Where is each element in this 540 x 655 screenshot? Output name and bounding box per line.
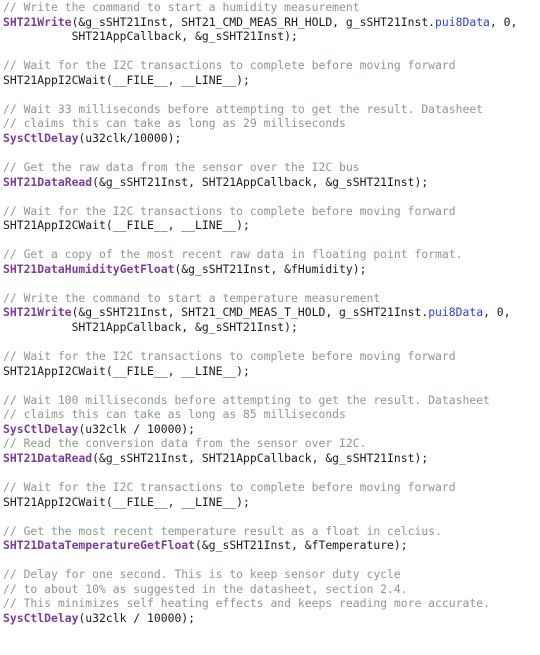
code-line-31[interactable]: // Read the conversion data from the sen… <box>3 436 540 451</box>
code-line-6[interactable]: SHT21AppI2CWait(__FILE__, __LINE__); <box>3 73 540 88</box>
code-line-9[interactable]: // claims this can take as long as 29 mi… <box>3 116 540 131</box>
comment-token: // Delay for one second. This is to keep… <box>3 567 401 582</box>
code-line-21[interactable]: // Write the command to start a temperat… <box>3 291 540 306</box>
comment-token: // Wait for the I2C transactions to comp… <box>3 203 456 218</box>
code-line-37[interactable]: // Get the most recent temperature resul… <box>3 524 540 539</box>
code-line-2[interactable]: SHT21Write(&g_sSHT21Inst, SHT21_CMD_MEAS… <box>3 15 540 30</box>
member-name-token: pui8Data <box>428 305 484 320</box>
code-line-19[interactable]: SHT21DataHumidityGetFloat(&g_sSHT21Inst,… <box>3 262 540 277</box>
code-token: (&g_sSHT21Inst, SHT21AppCallback, &g_sSH… <box>92 174 429 189</box>
comment-token: // claims this can take as long as 85 mi… <box>3 407 346 422</box>
comment-token: // Wait for the I2C transactions to comp… <box>3 349 456 364</box>
code-line-32[interactable]: SHT21DataRead(&g_sSHT21Inst, SHT21AppCal… <box>3 451 540 466</box>
code-line-36[interactable] <box>3 509 540 524</box>
code-token-tail: , 0, <box>483 305 511 320</box>
code-line-27[interactable] <box>3 378 540 393</box>
code-token: (u32clk / 10000); <box>78 421 196 436</box>
code-line-35[interactable]: SHT21AppI2CWait(__FILE__, __LINE__); <box>3 495 540 510</box>
code-line-38[interactable]: SHT21DataTemperatureGetFloat(&g_sSHT21In… <box>3 538 540 553</box>
comment-token: // Get the most recent temperature resul… <box>3 523 442 538</box>
comment-token: // Write the command to start a humidity… <box>3 0 360 14</box>
code-line-15[interactable]: // Wait for the I2C transactions to comp… <box>3 204 540 219</box>
comment-token: // claims this can take as long as 29 mi… <box>3 116 346 131</box>
function-name-token: SHT21Write <box>3 14 72 29</box>
function-name-token: SysCtlDelay <box>3 610 79 625</box>
comment-token: // Wait for the I2C transactions to comp… <box>3 480 456 495</box>
comment-token: // Get a copy of the most recent raw dat… <box>3 247 463 262</box>
code-line-41[interactable]: // to about 10% as suggested in the data… <box>3 582 540 597</box>
function-name-token: SHT21DataHumidityGetFloat <box>3 261 175 276</box>
code-token: (&g_sSHT21Inst, SHT21AppCallback, &g_sSH… <box>92 450 429 465</box>
comment-token: // This minimizes self heating effects a… <box>3 596 490 611</box>
code-line-23[interactable]: SHT21AppCallback, &g_sSHT21Inst); <box>3 320 540 335</box>
code-line-39[interactable] <box>3 553 540 568</box>
code-token: SHT21AppCallback, &g_sSHT21Inst); <box>3 320 298 335</box>
code-token: (&g_sSHT21Inst, &fHumidity); <box>174 261 367 276</box>
comment-token: // Wait for the I2C transactions to comp… <box>3 58 456 73</box>
code-line-30[interactable]: SysCtlDelay(u32clk / 10000); <box>3 422 540 437</box>
code-line-29[interactable]: // claims this can take as long as 85 mi… <box>3 407 540 422</box>
comment-token: // to about 10% as suggested in the data… <box>3 581 408 596</box>
code-line-24[interactable] <box>3 335 540 350</box>
function-name-token: SysCtlDelay <box>3 130 79 145</box>
code-token: (u32clk / 10000); <box>78 610 196 625</box>
code-token-tail: , 0, <box>489 14 518 29</box>
code-line-8[interactable]: // Wait 33 milliseconds before attemptin… <box>3 102 540 117</box>
code-line-13[interactable]: SHT21DataRead(&g_sSHT21Inst, SHT21AppCal… <box>3 175 540 190</box>
code-line-17[interactable] <box>3 233 540 248</box>
code-token: (&g_sSHT21Inst, SHT21_CMD_MEAS_T_HOLD, g… <box>71 305 429 320</box>
code-line-3[interactable]: SHT21AppCallback, &g_sSHT21Inst); <box>3 29 540 44</box>
code-line-16[interactable]: SHT21AppI2CWait(__FILE__, __LINE__); <box>3 218 540 233</box>
code-line-10[interactable]: SysCtlDelay(u32clk/10000); <box>3 131 540 146</box>
code-line-1[interactable]: // Write the command to start a humidity… <box>3 0 540 15</box>
code-token: (&g_sSHT21Inst, &fTemperature); <box>195 538 408 553</box>
code-token: SHT21AppI2CWait(__FILE__, __LINE__); <box>3 494 250 509</box>
code-viewer[interactable]: // Write the command to start a humidity… <box>0 0 540 655</box>
code-line-45[interactable] <box>3 640 540 655</box>
code-token: (u32clk/10000); <box>78 130 182 145</box>
comment-token: // Write the command to start a temperat… <box>3 290 381 305</box>
function-name-token: SHT21DataRead <box>3 450 93 465</box>
code-line-14[interactable] <box>3 189 540 204</box>
function-name-token: SHT21DataTemperatureGetFloat <box>3 538 196 553</box>
code-line-22[interactable]: SHT21Write(&g_sSHT21Inst, SHT21_CMD_MEAS… <box>3 305 540 320</box>
code-line-40[interactable]: // Delay for one second. This is to keep… <box>3 567 540 582</box>
code-line-33[interactable] <box>3 466 540 481</box>
function-name-token: SHT21DataRead <box>3 174 93 189</box>
code-line-34[interactable]: // Wait for the I2C transactions to comp… <box>3 480 540 495</box>
member-name-token: pui8Data <box>435 14 490 29</box>
code-line-18[interactable]: // Get a copy of the most recent raw dat… <box>3 247 540 262</box>
code-line-25[interactable]: // Wait for the I2C transactions to comp… <box>3 349 540 364</box>
code-line-7[interactable] <box>3 87 540 102</box>
comment-token: // Get the raw data from the sensor over… <box>3 160 360 175</box>
comment-token: // Read the conversion data from the sen… <box>3 436 367 451</box>
code-line-12[interactable]: // Get the raw data from the sensor over… <box>3 160 540 175</box>
code-line-44[interactable] <box>3 626 540 641</box>
code-line-5[interactable]: // Wait for the I2C transactions to comp… <box>3 58 540 73</box>
code-line-26[interactable]: SHT21AppI2CWait(__FILE__, __LINE__); <box>3 364 540 379</box>
comment-token: // Wait 100 milliseconds before attempti… <box>3 392 490 407</box>
code-token: SHT21AppI2CWait(__FILE__, __LINE__); <box>3 218 250 233</box>
code-token: SHT21AppI2CWait(__FILE__, __LINE__); <box>3 72 250 87</box>
code-line-11[interactable] <box>3 145 540 160</box>
function-name-token: SysCtlDelay <box>3 421 79 436</box>
code-line-43[interactable]: SysCtlDelay(u32clk / 10000); <box>3 611 540 626</box>
comment-token: // Wait 33 milliseconds before attemptin… <box>3 101 484 116</box>
code-line-28[interactable]: // Wait 100 milliseconds before attempti… <box>3 393 540 408</box>
code-token: SHT21AppI2CWait(__FILE__, __LINE__); <box>3 363 250 378</box>
code-token: (&g_sSHT21Inst, SHT21_CMD_MEAS_RH_HOLD, … <box>71 14 436 29</box>
code-line-20[interactable] <box>3 276 540 291</box>
code-token: SHT21AppCallback, &g_sSHT21Inst); <box>3 29 298 44</box>
code-line-4[interactable] <box>3 44 540 59</box>
function-name-token: SHT21Write <box>3 305 72 320</box>
code-line-42[interactable]: // This minimizes self heating effects a… <box>3 596 540 611</box>
